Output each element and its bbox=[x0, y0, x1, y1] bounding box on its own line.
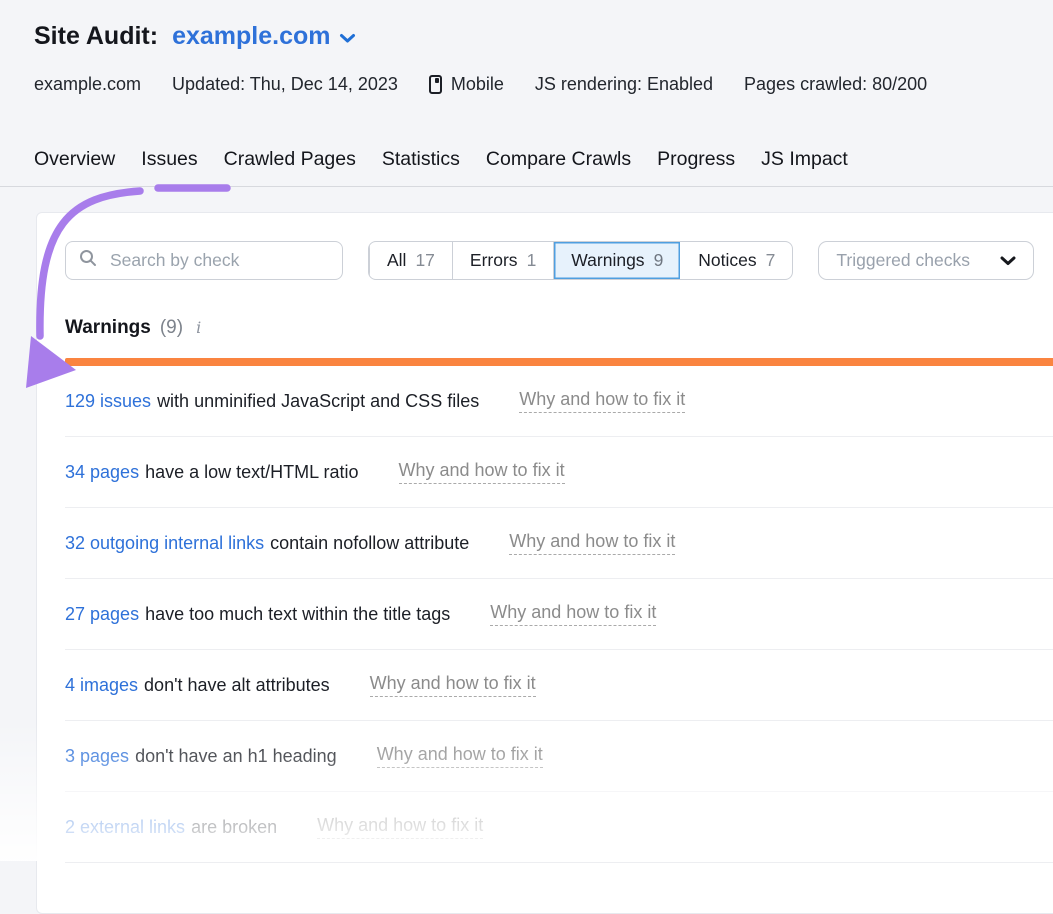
meta-js-rendering: JS rendering: Enabled bbox=[535, 74, 713, 95]
why-how-to-fix-link[interactable]: Why and how to fix it bbox=[399, 460, 565, 484]
filter-label: Warnings bbox=[571, 250, 644, 271]
filter-label: Errors bbox=[470, 250, 518, 271]
filter-count: 17 bbox=[415, 250, 434, 271]
tabs-divider bbox=[0, 186, 1053, 187]
tab[interactable]: Overview bbox=[34, 148, 115, 171]
filter-label: Notices bbox=[698, 250, 756, 271]
issue-description: are broken bbox=[191, 817, 277, 838]
info-icon[interactable]: i bbox=[196, 318, 201, 337]
issue-description: have a low text/HTML ratio bbox=[145, 462, 358, 483]
why-how-to-fix-link[interactable]: Why and how to fix it bbox=[519, 389, 685, 413]
severity-filter-segment[interactable]: All 17 bbox=[369, 242, 452, 279]
tab[interactable]: Crawled Pages bbox=[224, 148, 356, 171]
why-how-to-fix-link[interactable]: Why and how to fix it bbox=[490, 602, 656, 626]
filter-count: 9 bbox=[654, 250, 664, 271]
search-icon bbox=[79, 249, 97, 272]
project-selector[interactable]: example.com bbox=[172, 22, 356, 51]
severity-filter-segment[interactable]: Errors 1 bbox=[452, 242, 553, 279]
issue-count-link[interactable]: 27 pages bbox=[65, 604, 139, 625]
page-header: Site Audit: example.com bbox=[34, 22, 356, 51]
why-how-to-fix-link[interactable]: Why and how to fix it bbox=[509, 531, 675, 555]
issue-description: contain nofollow attribute bbox=[270, 533, 469, 554]
search-by-check-box[interactable] bbox=[65, 241, 343, 280]
warning-row: 2 external links are broken Why and how … bbox=[65, 792, 1053, 863]
warning-row: 4 images don't have alt attributes Why a… bbox=[65, 650, 1053, 721]
issues-toolbar: All 17 Errors 1 Warnings 9 Notices 7 bbox=[65, 241, 1034, 280]
tab-bar: Overview Issues Crawled Pages Statistics… bbox=[34, 148, 848, 171]
filter-count: 7 bbox=[766, 250, 776, 271]
meta-device-label: Mobile bbox=[451, 74, 504, 95]
meta-device: Mobile bbox=[429, 74, 504, 95]
warnings-severity-bar bbox=[65, 358, 1053, 366]
tab[interactable]: Compare Crawls bbox=[486, 148, 631, 171]
issue-description: have too much text within the title tags bbox=[145, 604, 450, 625]
meta-updated: Updated: Thu, Dec 14, 2023 bbox=[172, 74, 398, 95]
chevron-down-icon bbox=[1000, 250, 1016, 271]
tab[interactable]: JS Impact bbox=[761, 148, 848, 171]
warnings-count: (9) bbox=[160, 317, 183, 339]
warnings-title: Warnings bbox=[65, 317, 151, 339]
why-how-to-fix-link[interactable]: Why and how to fix it bbox=[377, 744, 543, 768]
meta-pages-crawled: Pages crawled: 80/200 bbox=[744, 74, 927, 95]
issue-description: don't have an h1 heading bbox=[135, 746, 337, 767]
audit-meta-bar: example.com Updated: Thu, Dec 14, 2023 M… bbox=[34, 74, 927, 95]
warning-row: 34 pages have a low text/HTML ratio Why … bbox=[65, 437, 1053, 508]
warnings-list: 129 issues with unminified JavaScript an… bbox=[65, 366, 1053, 863]
triggered-checks-label: Triggered checks bbox=[836, 250, 970, 271]
issues-panel: All 17 Errors 1 Warnings 9 Notices 7 bbox=[36, 212, 1053, 914]
mobile-phone-icon bbox=[429, 75, 442, 94]
tab[interactable]: Issues bbox=[141, 148, 197, 171]
why-how-to-fix-link[interactable]: Why and how to fix it bbox=[370, 673, 536, 697]
tab[interactable]: Statistics bbox=[382, 148, 460, 171]
why-how-to-fix-link[interactable]: Why and how to fix it bbox=[317, 815, 483, 839]
meta-domain: example.com bbox=[34, 74, 141, 95]
page-title: Site Audit: bbox=[34, 22, 158, 51]
filter-label: All bbox=[387, 250, 406, 271]
issue-count-link[interactable]: 3 pages bbox=[65, 746, 129, 767]
issue-count-link[interactable]: 129 issues bbox=[65, 391, 151, 412]
chevron-down-icon bbox=[339, 22, 356, 51]
warning-row: 32 outgoing internal links contain nofol… bbox=[65, 508, 1053, 579]
issue-description: with unminified JavaScript and CSS files bbox=[157, 391, 479, 412]
issue-count-link[interactable]: 2 external links bbox=[65, 817, 185, 838]
project-name: example.com bbox=[172, 22, 330, 51]
tab[interactable]: Progress bbox=[657, 148, 735, 171]
warning-row: 27 pages have too much text within the t… bbox=[65, 579, 1053, 650]
severity-filter-group: All 17 Errors 1 Warnings 9 Notices 7 bbox=[368, 241, 793, 280]
filter-count: 1 bbox=[527, 250, 537, 271]
search-input[interactable] bbox=[108, 249, 329, 272]
issue-description: don't have alt attributes bbox=[144, 675, 330, 696]
issue-count-link[interactable]: 4 images bbox=[65, 675, 138, 696]
severity-filter-segment[interactable]: Notices 7 bbox=[680, 242, 792, 279]
triggered-checks-dropdown[interactable]: Triggered checks bbox=[818, 241, 1034, 280]
warnings-section-header: Warnings (9) i bbox=[65, 317, 201, 339]
warning-row: 129 issues with unminified JavaScript an… bbox=[65, 366, 1053, 437]
issue-count-link[interactable]: 32 outgoing internal links bbox=[65, 533, 264, 554]
warning-row: 3 pages don't have an h1 heading Why and… bbox=[65, 721, 1053, 792]
severity-filter-segment[interactable]: Warnings 9 bbox=[553, 242, 680, 279]
issue-count-link[interactable]: 34 pages bbox=[65, 462, 139, 483]
